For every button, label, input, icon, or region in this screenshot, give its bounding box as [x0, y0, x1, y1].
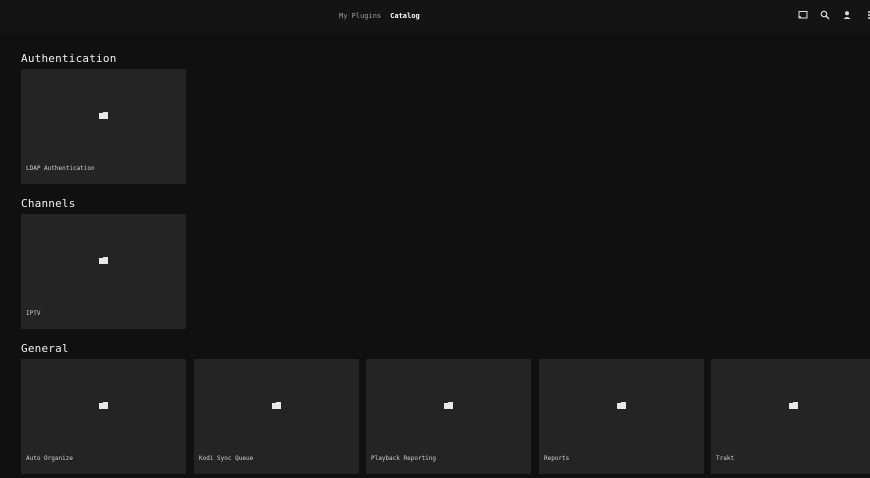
folder-icon	[617, 402, 626, 409]
header-tabs: My Plugins Catalog	[339, 11, 420, 21]
plugin-card-label: Trakt	[716, 455, 735, 462]
plugin-card-kodi-sync-queue[interactable]: Kodi Sync Queue	[194, 359, 359, 474]
plugin-card-label: IPTV	[26, 310, 41, 317]
folder-icon	[272, 402, 281, 409]
plugin-card-label: LDAP Authentication	[26, 165, 95, 172]
plugin-card-reports[interactable]: Reports	[539, 359, 704, 474]
plugin-card-iptv[interactable]: IPTV	[21, 214, 186, 329]
folder-icon	[444, 402, 453, 409]
plugin-card-playback-reporting[interactable]: Playback Reporting	[366, 359, 531, 474]
plugin-card-trakt[interactable]: Trakt	[711, 359, 870, 474]
folder-icon	[99, 112, 108, 119]
folder-icon	[99, 257, 108, 264]
more-icon[interactable]	[864, 10, 870, 20]
section-title-authentication: Authentication	[21, 52, 117, 65]
plugin-card-label: Kodi Sync Queue	[199, 455, 254, 462]
tab-catalog[interactable]: Catalog	[390, 11, 420, 21]
plugin-card-label: Playback Reporting	[371, 455, 437, 462]
cast-icon[interactable]	[798, 10, 808, 20]
folder-icon	[99, 402, 108, 409]
search-icon[interactable]	[820, 10, 830, 20]
folder-icon	[789, 402, 798, 409]
tab-my-plugins[interactable]: My Plugins	[339, 11, 381, 21]
plugin-card-label: Reports	[544, 455, 570, 462]
header-bar: My Plugins Catalog	[0, 0, 870, 33]
app-frame: My Plugins Catalog Authentication LDAP A…	[0, 0, 870, 478]
section-title-general: General	[21, 342, 69, 355]
header-actions	[798, 10, 870, 20]
plugin-card-ldap-authentication[interactable]: LDAP Authentication	[21, 69, 186, 184]
user-icon[interactable]	[842, 10, 852, 20]
plugin-card-auto-organize[interactable]: Auto Organize	[21, 359, 186, 474]
plugin-card-label: Auto Organize	[26, 455, 73, 462]
section-title-channels: Channels	[21, 197, 76, 210]
